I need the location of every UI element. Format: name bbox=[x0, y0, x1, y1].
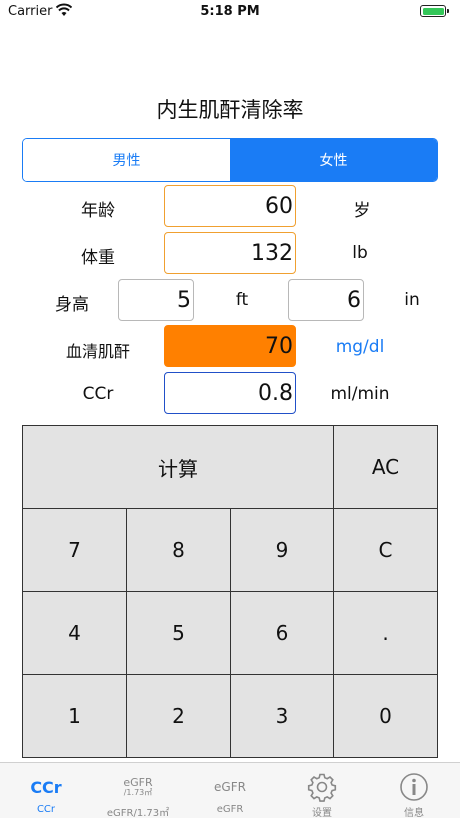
ccr-tab-icon: CCr bbox=[0, 771, 92, 803]
ccr-label: CCr bbox=[82, 384, 114, 404]
gender-segmented-control[interactable]: 男性 女性 bbox=[22, 138, 438, 182]
key-dot[interactable]: . bbox=[334, 592, 437, 675]
egfr-173-tab-icon: eGFR /1.73㎡ bbox=[92, 771, 184, 803]
key-7[interactable]: 7 bbox=[23, 509, 127, 592]
segment-female[interactable]: 女性 bbox=[230, 139, 437, 181]
keypad: 计算 AC 7 8 9 C 4 5 6 . 1 2 3 0 bbox=[22, 425, 438, 758]
tab-ccr[interactable]: CCr CCr bbox=[0, 763, 92, 818]
height-inches-unit: in bbox=[404, 290, 420, 310]
tab-egfr[interactable]: eGFR eGFR bbox=[184, 763, 276, 818]
creatinine-label: 血清肌酐 bbox=[65, 342, 130, 361]
key-5[interactable]: 5 bbox=[127, 592, 231, 675]
tab-settings[interactable]: 设置 bbox=[276, 763, 368, 818]
status-bar: Carrier 5:18 PM bbox=[0, 0, 460, 26]
tab-egfr-label: eGFR bbox=[216, 804, 244, 815]
calculate-button[interactable]: 计算 bbox=[23, 426, 334, 509]
key-2[interactable]: 2 bbox=[127, 675, 231, 757]
egfr-173-icon-line1: eGFR bbox=[123, 776, 153, 789]
tab-info[interactable]: 信息 bbox=[368, 763, 460, 818]
age-input[interactable]: 60 bbox=[164, 185, 296, 227]
key-3[interactable]: 3 bbox=[231, 675, 334, 757]
tab-ccr-label: CCr bbox=[36, 804, 56, 815]
tab-egfr-173-label: eGFR/1.73㎡ bbox=[106, 808, 170, 818]
weight-label: 体重 bbox=[81, 248, 115, 268]
status-time: 5:18 PM bbox=[200, 4, 260, 19]
height-label: 身高 bbox=[55, 295, 89, 315]
tab-bar: CCr CCr eGFR /1.73㎡ eGFR/1.73㎡ eGFR eGFR… bbox=[0, 762, 460, 818]
height-feet-unit: ft bbox=[235, 290, 249, 310]
age-label: 年龄 bbox=[81, 201, 115, 221]
height-feet-input[interactable]: 5 bbox=[118, 279, 194, 321]
info-icon bbox=[368, 771, 460, 803]
ccr-tab-icon-text: CCr bbox=[30, 777, 62, 797]
creatinine-unit-button[interactable]: mg/dl bbox=[322, 337, 398, 357]
ccr-result-field: 0.8 bbox=[164, 372, 296, 414]
tab-egfr-173[interactable]: eGFR /1.73㎡ eGFR/1.73㎡ bbox=[92, 763, 184, 818]
key-6[interactable]: 6 bbox=[231, 592, 334, 675]
key-4[interactable]: 4 bbox=[23, 592, 127, 675]
creatinine-input[interactable]: 70 bbox=[164, 325, 296, 367]
gear-icon bbox=[276, 771, 368, 803]
weight-input[interactable]: 132 bbox=[164, 232, 296, 274]
battery-icon bbox=[420, 5, 449, 17]
tab-info-label: 信息 bbox=[404, 808, 424, 818]
age-unit: 岁 bbox=[353, 201, 371, 221]
weight-unit: lb bbox=[352, 243, 368, 263]
tab-settings-label: 设置 bbox=[312, 808, 332, 818]
key-0[interactable]: 0 bbox=[334, 675, 437, 757]
height-inches-input[interactable]: 6 bbox=[288, 279, 364, 321]
segment-male[interactable]: 男性 bbox=[23, 139, 230, 181]
clear-all-button[interactable]: AC bbox=[334, 426, 437, 509]
egfr-icon-text: eGFR bbox=[214, 780, 246, 794]
egfr-tab-icon: eGFR bbox=[184, 771, 276, 803]
key-9[interactable]: 9 bbox=[231, 509, 334, 592]
key-1[interactable]: 1 bbox=[23, 675, 127, 757]
clear-button[interactable]: C bbox=[334, 509, 437, 592]
egfr-173-icon-line2: /1.73㎡ bbox=[123, 788, 153, 797]
key-8[interactable]: 8 bbox=[127, 509, 231, 592]
page-title: 内生肌酐清除率 bbox=[156, 98, 304, 122]
ccr-unit: ml/min bbox=[330, 384, 390, 404]
